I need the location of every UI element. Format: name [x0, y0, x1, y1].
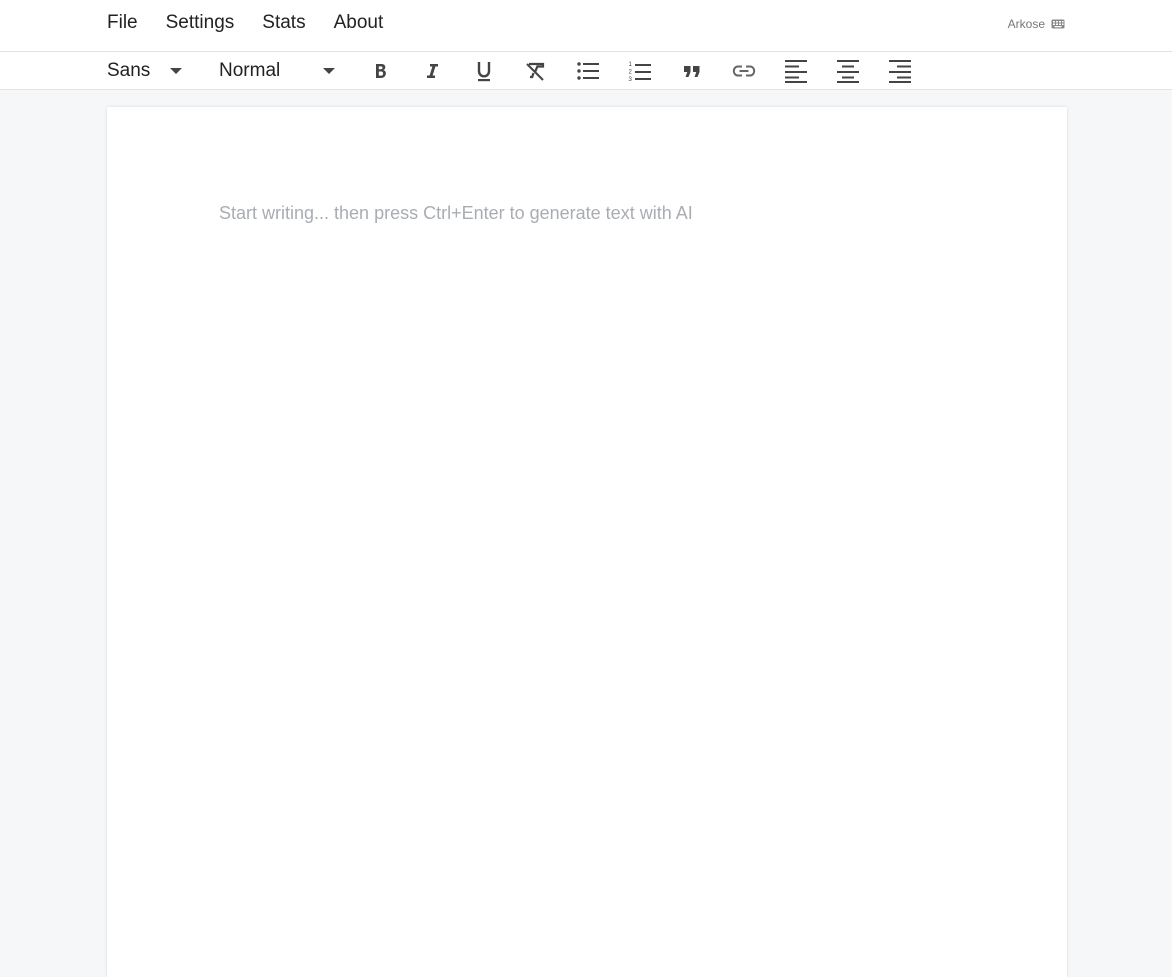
- size-picker[interactable]: Normal: [219, 52, 339, 89]
- chevron-down-icon: [323, 68, 335, 74]
- editor-placeholder[interactable]: Start writing... then press Ctrl+Enter t…: [219, 201, 959, 225]
- keyboard-icon[interactable]: [1051, 19, 1065, 29]
- italic-icon: [427, 64, 438, 78]
- bullet-list-button[interactable]: [575, 58, 601, 84]
- brand-name: Arkose: [1007, 17, 1045, 31]
- bold-icon: [376, 64, 386, 78]
- align-left-button[interactable]: [783, 58, 809, 84]
- menu-bar: File Settings Stats About Arkose: [0, 0, 1172, 52]
- svg-text:3: 3: [629, 77, 633, 82]
- align-left-icon: [785, 60, 807, 83]
- clear-format-icon: [526, 62, 545, 81]
- font-picker[interactable]: Sans: [107, 52, 187, 89]
- link-icon: [732, 65, 756, 77]
- menu-stats[interactable]: Stats: [262, 12, 305, 34]
- svg-text:1: 1: [629, 62, 633, 68]
- size-picker-value: Normal: [219, 59, 281, 81]
- svg-text:2: 2: [629, 70, 633, 76]
- brand: Arkose: [1008, 17, 1065, 31]
- clear-format-button[interactable]: [522, 58, 548, 84]
- italic-button[interactable]: [419, 58, 445, 84]
- document-page: Start writing... then press Ctrl+Enter t…: [107, 107, 1067, 977]
- menu-file[interactable]: File: [107, 12, 138, 34]
- font-picker-value: Sans: [107, 59, 151, 81]
- menu-settings[interactable]: Settings: [166, 12, 235, 34]
- blockquote-icon: [684, 66, 700, 77]
- link-button[interactable]: [731, 58, 757, 84]
- bold-button[interactable]: [367, 58, 393, 84]
- chevron-down-icon: [170, 68, 182, 74]
- align-right-button[interactable]: [887, 58, 913, 84]
- underline-icon: [477, 62, 491, 82]
- menu-items: File Settings Stats About: [107, 12, 383, 34]
- align-right-icon: [889, 60, 911, 83]
- blockquote-button[interactable]: [679, 58, 705, 84]
- align-center-icon: [837, 60, 859, 83]
- underline-button[interactable]: [471, 58, 497, 84]
- align-center-button[interactable]: [835, 58, 861, 84]
- bullet-list-icon: [577, 62, 599, 80]
- menu-about[interactable]: About: [334, 12, 384, 34]
- format-toolbar: Sans Normal 1 2 3: [0, 52, 1172, 90]
- ordered-list-icon: 1 2 3: [629, 62, 651, 82]
- ordered-list-button[interactable]: 1 2 3: [627, 58, 653, 84]
